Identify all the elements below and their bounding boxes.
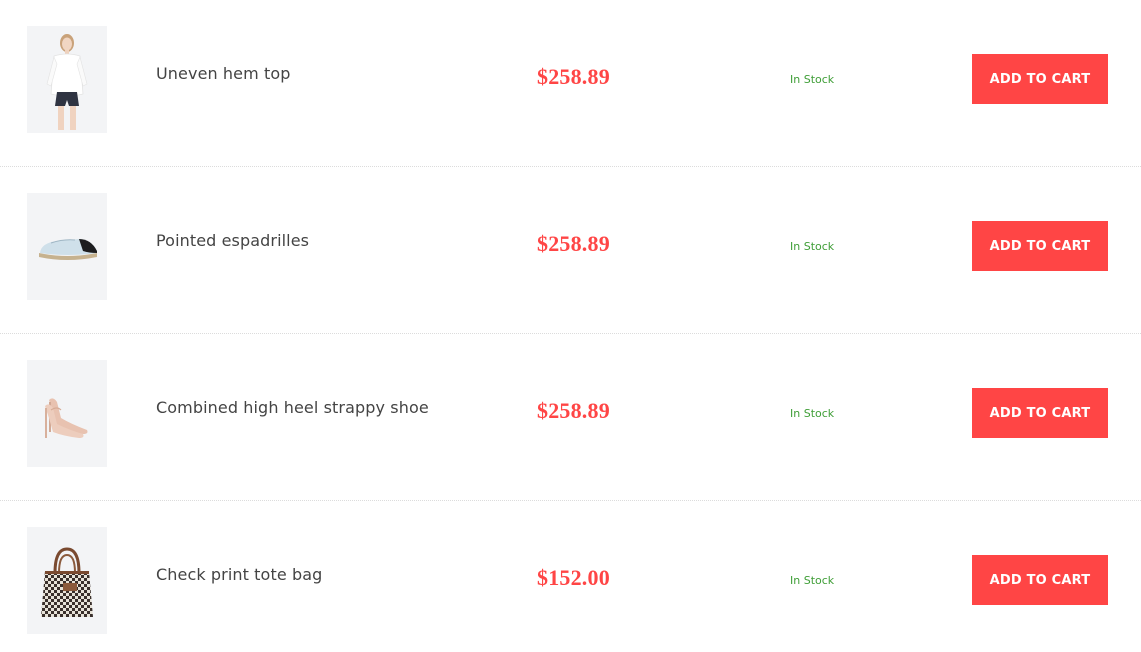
product-row: Uneven hem top $258.89 In Stock ADD TO C… — [0, 0, 1141, 167]
high-heel-shoe-icon — [27, 360, 107, 467]
product-thumbnail[interactable] — [27, 360, 107, 467]
product-name[interactable]: Uneven hem top — [156, 64, 291, 83]
product-thumbnail[interactable] — [27, 26, 107, 133]
blouse-model-icon — [27, 26, 107, 133]
add-to-cart-button[interactable]: ADD TO CART — [972, 54, 1108, 104]
stock-status: In Stock — [790, 73, 835, 86]
espadrille-shoe-icon — [27, 193, 107, 300]
stock-status: In Stock — [790, 407, 835, 420]
wishlist-product-list: Uneven hem top $258.89 In Stock ADD TO C… — [0, 0, 1141, 652]
product-name[interactable]: Check print tote bag — [156, 565, 322, 584]
stock-status: In Stock — [790, 574, 835, 587]
add-to-cart-button[interactable]: ADD TO CART — [972, 555, 1108, 605]
add-to-cart-button[interactable]: ADD TO CART — [972, 221, 1108, 271]
stock-status: In Stock — [790, 240, 835, 253]
product-thumbnail[interactable] — [27, 193, 107, 300]
product-row: Check print tote bag $152.00 In Stock AD… — [0, 501, 1141, 652]
product-price: $258.89 — [537, 64, 610, 89]
product-row: Combined high heel strappy shoe $258.89 … — [0, 334, 1141, 501]
product-price: $258.89 — [537, 398, 610, 423]
product-price: $152.00 — [537, 565, 610, 590]
product-name[interactable]: Combined high heel strappy shoe — [156, 398, 429, 417]
product-thumbnail[interactable] — [27, 527, 107, 634]
product-name[interactable]: Pointed espadrilles — [156, 231, 309, 250]
product-price: $258.89 — [537, 231, 610, 256]
product-row: Pointed espadrilles $258.89 In Stock ADD… — [0, 167, 1141, 334]
tote-bag-icon — [27, 527, 107, 634]
add-to-cart-button[interactable]: ADD TO CART — [972, 388, 1108, 438]
